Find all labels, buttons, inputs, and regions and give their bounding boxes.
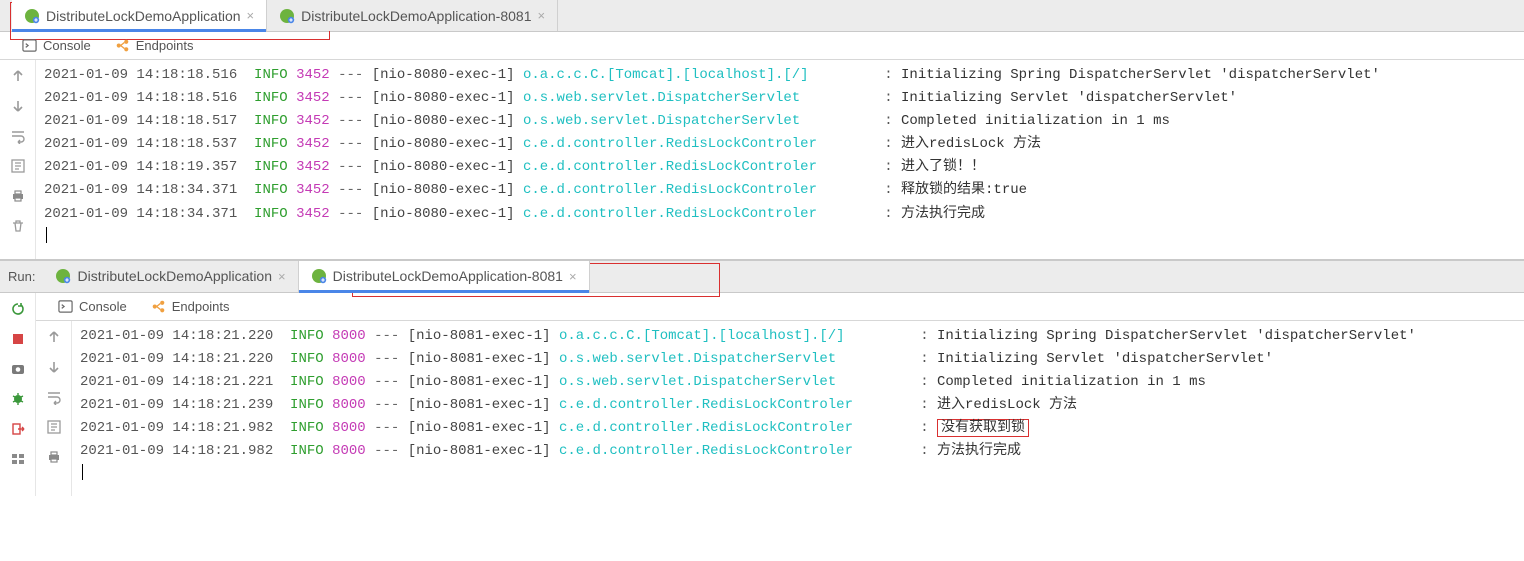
- soft-wrap-button[interactable]: [8, 126, 28, 146]
- tab-endpoints[interactable]: Endpoints: [139, 293, 242, 320]
- print-button[interactable]: [44, 447, 64, 467]
- log-line: 2021-01-09 14:18:18.537 INFO 3452 --- [n…: [44, 133, 1380, 156]
- close-icon[interactable]: ×: [537, 9, 545, 22]
- run-pane-1: DistributeLockDemoApplication × Distribu…: [0, 0, 1524, 259]
- spring-boot-icon: [24, 8, 40, 24]
- run-left-rail: [0, 293, 36, 497]
- log-line: 2021-01-09 14:18:21.982 INFO 8000 --- [n…: [80, 440, 1416, 463]
- console-log-1[interactable]: 2021-01-09 14:18:18.516 INFO 3452 --- [n…: [36, 60, 1388, 259]
- spring-boot-icon: [279, 8, 295, 24]
- log-line: 2021-01-09 14:18:34.371 INFO 3452 --- [n…: [44, 203, 1380, 226]
- scroll-to-end-button[interactable]: [8, 156, 28, 176]
- tool-tabstrip-1: Console Endpoints: [0, 32, 1524, 60]
- run-tab-label: DistributeLockDemoApplication: [46, 8, 241, 24]
- close-icon[interactable]: ×: [278, 270, 286, 283]
- print-button[interactable]: [8, 186, 28, 206]
- spring-boot-icon: [311, 268, 327, 284]
- tab-endpoints[interactable]: Endpoints: [103, 32, 206, 59]
- log-line: 2021-01-09 14:18:18.516 INFO 3452 --- [n…: [44, 64, 1380, 87]
- clear-button[interactable]: [8, 216, 28, 236]
- scroll-down-button[interactable]: [44, 357, 64, 377]
- console-log-2[interactable]: 2021-01-09 14:18:21.220 INFO 8000 --- [n…: [72, 321, 1424, 497]
- spring-boot-icon: [55, 268, 71, 284]
- debug-button[interactable]: [8, 389, 28, 409]
- log-line: 2021-01-09 14:18:19.357 INFO 3452 --- [n…: [44, 156, 1380, 179]
- console-body-1: 2021-01-09 14:18:18.516 INFO 3452 --- [n…: [0, 60, 1524, 259]
- tab-label: Console: [79, 299, 127, 314]
- tool-tabstrip-2: Console Endpoints: [36, 293, 1524, 321]
- endpoints-icon: [115, 38, 130, 53]
- stop-button[interactable]: [8, 329, 28, 349]
- exit-button[interactable]: [8, 419, 28, 439]
- scroll-up-button[interactable]: [44, 327, 64, 347]
- log-line: 2021-01-09 14:18:21.982 INFO 8000 --- [n…: [80, 417, 1416, 440]
- run-tab-label: DistributeLockDemoApplication-8081: [301, 8, 531, 24]
- run-tab-app-8080[interactable]: DistributeLockDemoApplication ×: [12, 0, 267, 31]
- console-gutter-2: [36, 321, 72, 497]
- log-line: 2021-01-09 14:18:21.220 INFO 8000 --- [n…: [80, 325, 1416, 348]
- console-body-2: 2021-01-09 14:18:21.220 INFO 8000 --- [n…: [36, 321, 1524, 497]
- scroll-to-end-button[interactable]: [44, 417, 64, 437]
- run-tab-label: DistributeLockDemoApplication: [77, 268, 272, 284]
- run-tab-label: DistributeLockDemoApplication-8081: [333, 268, 563, 284]
- run-tab-app-8080[interactable]: DistributeLockDemoApplication ×: [43, 261, 298, 292]
- tab-label: Endpoints: [172, 299, 230, 314]
- tab-console[interactable]: Console: [46, 293, 139, 320]
- run-pane-2: Run: DistributeLockDemoApplication × Dis…: [0, 259, 1524, 497]
- rerun-button[interactable]: [8, 299, 28, 319]
- run-label: Run:: [4, 261, 43, 292]
- run-tab-app-8081[interactable]: DistributeLockDemoApplication-8081 ×: [267, 0, 558, 31]
- soft-wrap-button[interactable]: [44, 387, 64, 407]
- run-tabstrip-1: DistributeLockDemoApplication × Distribu…: [0, 0, 1524, 32]
- scroll-up-button[interactable]: [8, 66, 28, 86]
- log-line: 2021-01-09 14:18:21.220 INFO 8000 --- [n…: [80, 348, 1416, 371]
- log-line: 2021-01-09 14:18:18.517 INFO 3452 --- [n…: [44, 110, 1380, 133]
- log-line: 2021-01-09 14:18:21.239 INFO 8000 --- [n…: [80, 394, 1416, 417]
- tab-label: Console: [43, 38, 91, 53]
- endpoints-icon: [151, 299, 166, 314]
- console-gutter-1: [0, 60, 36, 259]
- console-icon: [22, 38, 37, 53]
- log-line: 2021-01-09 14:18:18.516 INFO 3452 --- [n…: [44, 87, 1380, 110]
- console-icon: [58, 299, 73, 314]
- tab-console[interactable]: Console: [10, 32, 103, 59]
- log-line: 2021-01-09 14:18:21.221 INFO 8000 --- [n…: [80, 371, 1416, 394]
- run-tabstrip-2: Run: DistributeLockDemoApplication × Dis…: [0, 261, 1524, 293]
- run-tab-app-8081[interactable]: DistributeLockDemoApplication-8081 ×: [299, 261, 590, 292]
- log-line: 2021-01-09 14:18:34.371 INFO 3452 --- [n…: [44, 179, 1380, 202]
- tab-label: Endpoints: [136, 38, 194, 53]
- dump-threads-button[interactable]: [8, 359, 28, 379]
- scroll-down-button[interactable]: [8, 96, 28, 116]
- layout-button[interactable]: [8, 449, 28, 469]
- close-icon[interactable]: ×: [247, 9, 255, 22]
- close-icon[interactable]: ×: [569, 270, 577, 283]
